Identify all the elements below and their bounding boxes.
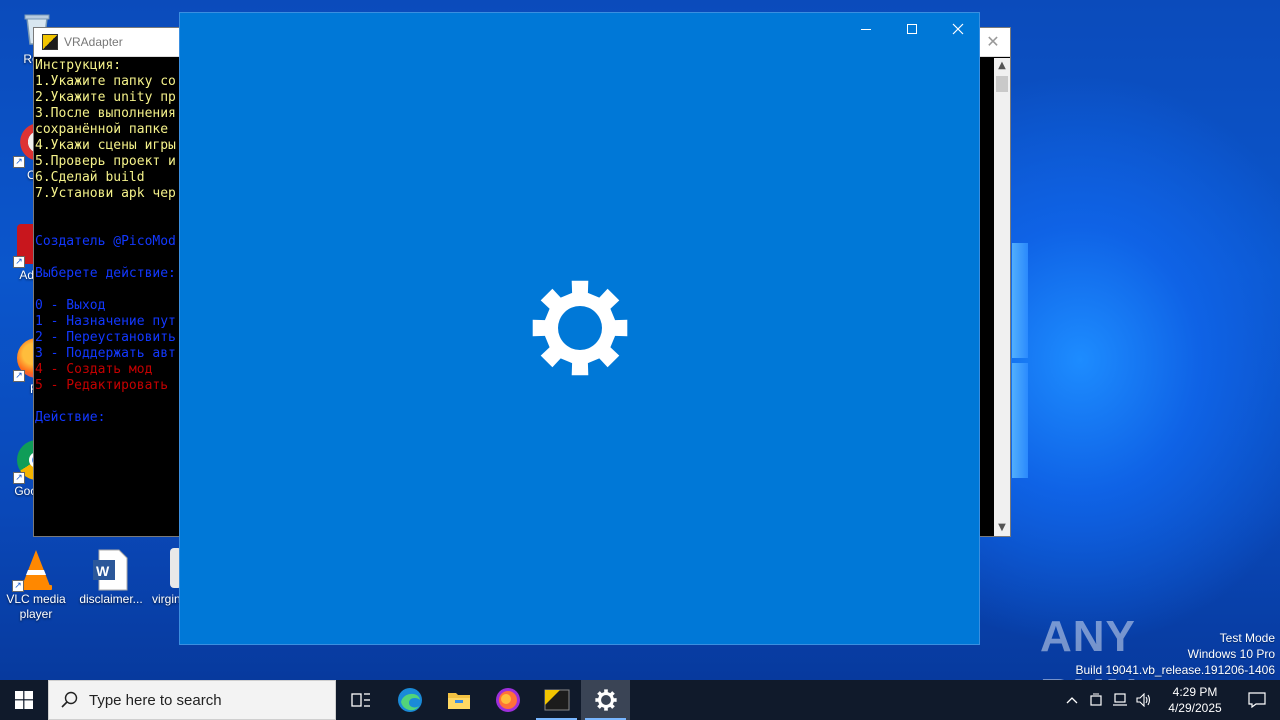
vradapter-app-icon: [42, 34, 58, 50]
desktop-icon-label: VLC media player: [6, 592, 66, 621]
search-icon: [61, 691, 78, 708]
taskbar-search[interactable]: Type here to search: [48, 680, 336, 720]
system-info: Test Mode Windows 10 Pro Build 19041.vb_…: [1076, 630, 1276, 678]
minimize-button[interactable]: [843, 13, 889, 45]
windows-logo-pane: [1012, 363, 1028, 478]
action-center-button[interactable]: [1234, 680, 1280, 720]
search-placeholder: Type here to search: [89, 691, 222, 709]
close-icon: [952, 23, 964, 35]
taskbar: Type here to search 4:29 PM 4/29/2025: [0, 680, 1280, 720]
vradapter-icon: [544, 689, 569, 711]
test-mode-label: Test Mode: [1219, 631, 1275, 645]
scroll-down-arrow-icon[interactable]: ▼: [994, 520, 1010, 536]
settings-icon: [594, 689, 617, 711]
chevron-up-icon[interactable]: [1060, 680, 1084, 720]
network-icon[interactable]: [1108, 680, 1132, 720]
firefox-taskbar-button[interactable]: [483, 680, 532, 720]
shortcut-arrow-icon: ↗: [13, 256, 25, 268]
scrollbar-thumb[interactable]: [996, 76, 1008, 92]
file-explorer-taskbar-button[interactable]: [434, 680, 483, 720]
word-document-icon: W: [91, 548, 131, 591]
notification-icon: [1248, 692, 1266, 708]
windows-logo-icon: [15, 691, 33, 709]
settings-taskbar-button[interactable]: [581, 680, 630, 720]
vradapter-taskbar-button[interactable]: [532, 680, 581, 720]
scroll-up-arrow-icon[interactable]: ▲: [994, 58, 1010, 74]
shortcut-arrow-icon: ↗: [12, 580, 24, 592]
edition-label: Windows 10 Pro: [1187, 647, 1275, 661]
edge-taskbar-button[interactable]: [385, 680, 434, 720]
close-icon[interactable]: ✕: [984, 33, 1002, 51]
windows-logo-pane: [1012, 243, 1028, 358]
svg-text:W: W: [96, 563, 110, 579]
shortcut-arrow-icon: ↗: [13, 472, 25, 484]
settings-window[interactable]: [179, 12, 980, 645]
shortcut-arrow-icon: ↗: [13, 156, 25, 168]
start-button[interactable]: [0, 680, 48, 720]
desktop-icon-label: disclaimer...: [79, 592, 143, 606]
build-label: Build 19041.vb_release.191206-1406: [1075, 663, 1276, 677]
firefox-icon: [495, 688, 520, 712]
desktop-icon-label: virgin: [152, 592, 181, 606]
console-title: VRAdapter: [64, 35, 123, 49]
volume-icon[interactable]: [1132, 680, 1156, 720]
clock-date: 4/29/2025: [1168, 701, 1222, 715]
security-icon[interactable]: [1084, 680, 1108, 720]
desktop-icon-vlc[interactable]: ↗ VLC media player: [1, 548, 71, 622]
maximize-icon: [907, 24, 917, 34]
task-view-button[interactable]: [336, 680, 385, 720]
taskbar-clock[interactable]: 4:29 PM 4/29/2025: [1156, 684, 1234, 716]
minimize-icon: [861, 29, 871, 30]
desktop-icon-disclaimer[interactable]: W disclaimer...: [76, 548, 146, 607]
edge-icon: [397, 688, 422, 712]
gear-icon: [531, 279, 629, 377]
system-tray: 4:29 PM 4/29/2025: [1060, 680, 1280, 720]
file-explorer-icon: [447, 693, 470, 709]
maximize-button[interactable]: [889, 13, 935, 45]
shortcut-arrow-icon: ↗: [13, 370, 25, 382]
desktop-icon-virgin[interactable]: virgin: [142, 548, 182, 607]
vlc-icon: ↗: [12, 548, 56, 592]
console-scrollbar[interactable]: ▲ ▼: [994, 58, 1010, 536]
clock-time: 4:29 PM: [1172, 685, 1218, 699]
task-view-icon: [350, 693, 370, 707]
close-button[interactable]: [935, 13, 981, 45]
